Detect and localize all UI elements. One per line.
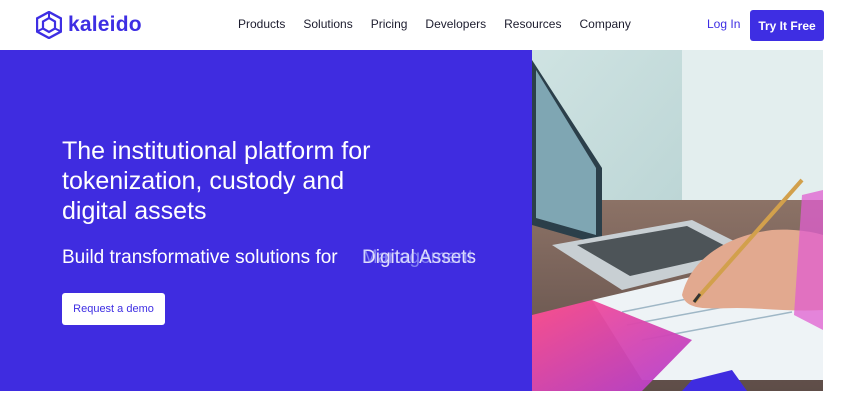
brand-logo[interactable]: kaleido (36, 11, 142, 39)
hero-rotating-text: Digital Assets Management (362, 247, 476, 269)
nav-company[interactable]: Company (579, 17, 630, 31)
hero-section: The institutional platform for tokenizat… (0, 50, 860, 391)
nav-pricing[interactable]: Pricing (371, 17, 408, 31)
nav-products[interactable]: Products (238, 17, 285, 31)
hexagon-cube-icon (36, 11, 62, 39)
nav-resources[interactable]: Resources (504, 17, 561, 31)
hero-subtitle: Build transformative solutions for (62, 247, 338, 268)
try-it-free-button[interactable]: Try It Free (750, 10, 824, 41)
nav-solutions[interactable]: Solutions (303, 17, 352, 31)
brand-name: kaleido (68, 13, 142, 36)
main-nav: Products Solutions Pricing Developers Re… (238, 17, 649, 31)
laptop-and-hand-writing-image (532, 50, 823, 391)
page-bottom-strip (0, 391, 860, 404)
hero-title: The institutional platform for tokenizat… (62, 137, 371, 225)
rotating-word-2: Management (362, 247, 473, 268)
request-demo-button[interactable]: Request a demo (62, 293, 165, 325)
site-header: kaleido Products Solutions Pricing Devel… (0, 0, 860, 50)
hero-right-strip (823, 50, 860, 391)
nav-developers[interactable]: Developers (425, 17, 486, 31)
login-link[interactable]: Log In (707, 17, 740, 31)
